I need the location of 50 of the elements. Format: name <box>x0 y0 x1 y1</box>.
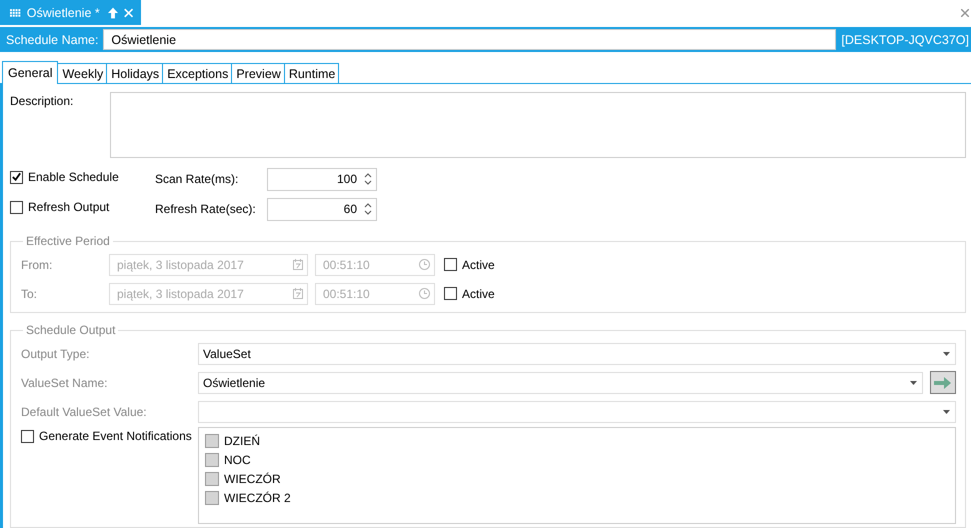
field-label: To: <box>21 286 38 300</box>
dropdown[interactable]: Oświetlenie <box>198 372 923 394</box>
checkbox[interactable] <box>21 430 34 442</box>
pin-icon[interactable] <box>108 6 118 20</box>
tab[interactable]: Holidays <box>106 63 164 83</box>
tab[interactable]: General <box>2 61 58 84</box>
checkbox-label: Enable Schedule <box>28 170 119 184</box>
field-label: From: <box>21 258 54 272</box>
checkbox-label: Generate Event Notifications <box>39 429 192 443</box>
checkbox[interactable] <box>10 170 23 184</box>
host-name: [DESKTOP-JQVC37O] <box>841 32 969 46</box>
field-label: Description: <box>10 93 74 108</box>
field-label: Scan Rate(ms): <box>155 172 240 186</box>
checkbox[interactable] <box>205 452 219 466</box>
tab[interactable]: Runtime <box>284 63 340 83</box>
grid-icon <box>10 8 21 18</box>
checkbox[interactable] <box>205 434 219 448</box>
spinner-arrows-icon[interactable] <box>364 202 372 216</box>
field-label: ValueSet Name: <box>21 376 108 390</box>
field-label: Refresh Rate(sec): <box>155 202 257 216</box>
arrow-icon <box>934 376 952 390</box>
tab-title: Oświetlenie * <box>26 6 100 20</box>
checkbox[interactable] <box>205 472 219 486</box>
checkbox-label: DZIEŃ <box>224 434 260 448</box>
tab[interactable]: Weekly <box>57 63 108 83</box>
checkbox[interactable] <box>205 490 219 504</box>
checkbox-label: NOC <box>224 452 251 466</box>
checkbox-label: Refresh Output <box>28 200 110 214</box>
number-field[interactable]: 100 <box>267 168 377 190</box>
description-field[interactable] <box>110 92 966 158</box>
field-label: Default ValueSet Value: <box>21 404 148 418</box>
close-icon[interactable] <box>961 8 969 16</box>
checkbox-label: WIECZÓR <box>224 472 281 486</box>
dropdown-arrow-icon <box>943 410 950 414</box>
schedule-name-field[interactable]: Oświetlenie <box>103 29 836 50</box>
group-title: Schedule Output <box>25 323 116 337</box>
checkbox-label: WIECZÓR 2 <box>224 490 291 504</box>
dropdown-arrow-icon <box>910 380 917 384</box>
dropdown-arrow-icon <box>943 352 950 356</box>
field-label: Schedule Name: <box>6 32 98 46</box>
dropdown[interactable]: ValueSet <box>198 342 956 364</box>
checkbox-label: Active <box>462 258 495 272</box>
go-button[interactable] <box>930 371 956 394</box>
field-label: Output Type: <box>21 346 90 360</box>
checkbox[interactable] <box>10 200 23 214</box>
checkbox-label: Active <box>462 286 495 300</box>
tab[interactable]: Exceptions <box>162 63 232 83</box>
number-field[interactable]: 60 <box>267 198 377 220</box>
group-title: Effective Period <box>25 234 111 248</box>
spinner-arrows-icon[interactable] <box>364 172 372 186</box>
